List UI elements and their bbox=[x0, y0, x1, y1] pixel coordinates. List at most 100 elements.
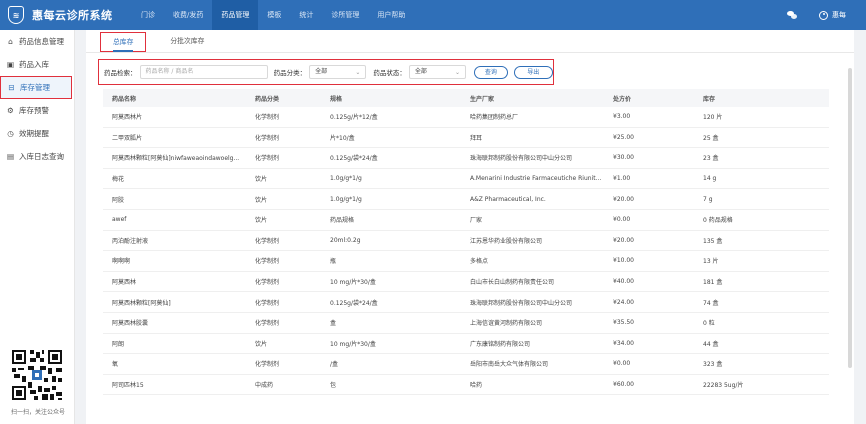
cell-category: 化学制剂 bbox=[255, 258, 280, 266]
cell-category: 中成药 bbox=[255, 382, 274, 390]
cell-drug-name: 氧 bbox=[112, 361, 119, 369]
table-row[interactable]: 阿莫西林 化学制剂 10 mg/片*30/盒 白山市长白山制药有限责任公司 ¥40.00… bbox=[103, 272, 829, 293]
header-manufacturer[interactable]: 生产厂家 bbox=[461, 94, 604, 103]
header-drug-name[interactable]: 药品名称 bbox=[103, 94, 246, 103]
cell-category: 饮片 bbox=[255, 217, 268, 225]
cell-spec: 0.125g/袋*24/盒 bbox=[330, 299, 378, 307]
user-icon[interactable] bbox=[819, 10, 828, 20]
category-select[interactable]: 全部 ⌄ bbox=[309, 65, 367, 79]
clock-icon: ◷ bbox=[7, 129, 14, 138]
table-row[interactable]: 阿莫西林颗粒[阿莫仙] 化学制剂 0.125g/袋*24/盒 珠海联邦制药股份有限公司… bbox=[103, 292, 829, 313]
table-row[interactable]: 梅花 饮片 1.0g/g*1/g A.Menarini Industrie Farma… bbox=[103, 169, 829, 190]
sidebar-item-stock-in-log[interactable]: ▤ 入库日志查询 bbox=[0, 145, 74, 168]
table-row[interactable]: 氧 化学制剂/盒 岳阳市南岳大众气体有限公司 ¥0.00 323 盒 bbox=[103, 354, 829, 375]
alert-icon: ⚙ bbox=[7, 106, 14, 115]
nav-outpatient[interactable]: 门诊 bbox=[132, 0, 164, 30]
cell-category: 化学制剂 bbox=[255, 299, 280, 307]
sidebar-item-drug-info[interactable]: ⌂ 药品信息管理 bbox=[0, 30, 74, 53]
header-price[interactable]: 处方价 bbox=[604, 94, 694, 103]
cell-price: ¥40.00 bbox=[613, 278, 634, 286]
header-spec[interactable]: 规格 bbox=[321, 94, 461, 103]
inventory-table: 药品名称 药品分类 规格 生产厂家 处方价 库存 阿莫西林片 化学制剂 0.125g… bbox=[103, 89, 829, 396]
table-row[interactable]: 丙泊酚注射液 化学制剂 20ml:0.2g 江苏恩华药业股份有限公司 ¥20.00 135… bbox=[103, 231, 829, 252]
nav-clinic-management[interactable]: 诊所管理 bbox=[322, 0, 368, 30]
warehouse-icon: ⊟ bbox=[8, 83, 15, 92]
app-logo[interactable]: ≋ 惠每云诊所系统 bbox=[0, 6, 130, 24]
nav-charge-dispense[interactable]: 收费/发药 bbox=[164, 0, 212, 30]
sidebar-item-stock-in[interactable]: ▣ 药品入库 bbox=[0, 53, 74, 76]
cell-manufacturer: 拜耳 bbox=[470, 134, 483, 142]
table-row[interactable]: 阿朗 饮片 10 mg/片*30/盒 广东康铭制药有限公司 ¥34.00 44 盒 bbox=[103, 334, 829, 355]
cell-drug-name: 阿朗 bbox=[112, 340, 125, 348]
status-value: 全部 bbox=[414, 68, 427, 75]
sidebar-item-stock-alert[interactable]: ⚙ 库存预警 bbox=[0, 99, 74, 122]
table-row[interactable]: 二甲双胍片 化学制剂 片*10/盒 拜耳 ¥25.00 25 盒 bbox=[103, 128, 829, 149]
cell-drug-name: 阿莫西林胶囊 bbox=[112, 320, 149, 328]
cell-category: 化学制剂 bbox=[255, 237, 280, 245]
header-category[interactable]: 药品分类 bbox=[246, 94, 321, 103]
table-row[interactable]: awef 饮片 药品规格 厂家 ¥0.00 0 药品规格 bbox=[103, 210, 829, 231]
nav-user-help[interactable]: 用户帮助 bbox=[368, 0, 414, 30]
cell-stock: 7 g bbox=[703, 195, 713, 203]
cell-category: 化学制剂 bbox=[255, 155, 280, 163]
table-row[interactable]: 阿胶 饮片 1.0g/g*1/g A&Z Pharmaceutical, Inc. ¥2… bbox=[103, 189, 829, 210]
nav-drug-management[interactable]: 药品管理 bbox=[212, 0, 259, 30]
cell-spec: 瓶 bbox=[330, 258, 337, 266]
cell-price: ¥0.00 bbox=[613, 216, 631, 224]
cell-price: ¥24.00 bbox=[613, 298, 634, 306]
cell-spec: 10 mg/片*30/盒 bbox=[330, 279, 376, 287]
cell-price: ¥60.00 bbox=[613, 381, 634, 389]
sidebar-item-expiry-reminder[interactable]: ◷ 效期提醒 bbox=[0, 122, 74, 145]
app-title: 惠每云诊所系统 bbox=[32, 9, 113, 22]
tab-label: 总库存 bbox=[113, 38, 134, 52]
sidebar-item-label: 药品入库 bbox=[19, 60, 49, 69]
cell-price: ¥25.00 bbox=[613, 133, 634, 141]
cell-spec: 盒 bbox=[330, 320, 337, 328]
inventory-tabs: 总库存 分批次库存 bbox=[100, 32, 228, 52]
status-label: 药品状态： bbox=[373, 69, 406, 77]
scrollbar[interactable] bbox=[848, 68, 852, 368]
cell-manufacturer: A.Menarini Industrie Farmaceutiche Riuni… bbox=[470, 175, 602, 183]
main-nav: 门诊 收费/发药 药品管理 模板 统计 诊所管理 用户帮助 bbox=[132, 0, 414, 30]
cell-price: ¥3.00 bbox=[613, 113, 631, 121]
main-content: 总库存 分批次库存 药品检索： 药品名称 / 商品名 药品分类： 全部 ⌄ 药品… bbox=[86, 30, 854, 424]
nav-templates[interactable]: 模板 bbox=[258, 0, 290, 30]
cell-price: ¥35.50 bbox=[613, 319, 634, 327]
cell-stock: 120 片 bbox=[703, 114, 723, 122]
chevron-down-icon: ⌄ bbox=[355, 69, 361, 76]
cell-manufacturer: 哈药 bbox=[470, 382, 483, 390]
cell-drug-name: 阿莫西林 bbox=[112, 279, 137, 287]
wechat-icon[interactable] bbox=[787, 11, 797, 19]
table-row[interactable]: 啊啊啊 化学制剂 瓶 多格点 ¥10.00 13 片 bbox=[103, 251, 829, 272]
header-stock[interactable]: 库存 bbox=[694, 94, 829, 103]
export-button[interactable]: 导出 bbox=[513, 65, 553, 79]
status-select[interactable]: 全部 ⌄ bbox=[408, 65, 467, 79]
cell-manufacturer: 珠海联邦制药股份有限公司中山分公司 bbox=[470, 155, 573, 163]
cell-spec: 0.125g/片*12/盒 bbox=[330, 114, 378, 122]
drug-search-input[interactable]: 药品名称 / 商品名 bbox=[139, 65, 268, 79]
sidebar-item-label: 药品信息管理 bbox=[19, 37, 64, 46]
cell-price: ¥10.00 bbox=[613, 257, 634, 265]
cell-drug-name: 丙泊酚注射液 bbox=[112, 237, 149, 245]
capsule-icon: ⌂ bbox=[8, 37, 13, 46]
tab-batch-inventory[interactable]: 分批次库存 bbox=[158, 32, 216, 52]
table-row[interactable]: 阿莫西林片 化学制剂 0.125g/片*12/盒 哈药集团制药总厂 ¥3.00 120 片 bbox=[103, 107, 829, 128]
table-row[interactable]: 阿莫西林颗粒[阿莫仙]niwfaweaoindawoelg... 化学制剂 0.12… bbox=[103, 148, 829, 169]
cell-manufacturer: 哈药集团制药总厂 bbox=[470, 114, 519, 122]
table-row[interactable]: 阿莫西林胶囊 化学制剂 盒 上海信谊黄河制药有限公司 ¥35.50 0 粒 bbox=[103, 313, 829, 334]
cell-stock: 0 粒 bbox=[703, 320, 715, 328]
tab-total-inventory[interactable]: 总库存 bbox=[100, 32, 147, 52]
cell-category: 化学制剂 bbox=[255, 114, 280, 122]
nav-statistics[interactable]: 统计 bbox=[290, 0, 322, 30]
table-row[interactable]: 阿司匹林15 中成药 包 哈药 ¥60.00 22283 5ug/片 bbox=[103, 375, 829, 396]
cell-stock: 323 盒 bbox=[703, 361, 723, 369]
chevron-down-icon: ⌄ bbox=[455, 69, 461, 76]
query-button[interactable]: 查询 bbox=[474, 65, 508, 79]
cell-manufacturer: A&Z Pharmaceutical, Inc. bbox=[470, 195, 546, 203]
cell-drug-name: 阿胶 bbox=[112, 196, 125, 204]
cell-stock: 74 盒 bbox=[703, 299, 719, 307]
cell-manufacturer: 白山市长白山制药有限责任公司 bbox=[470, 279, 555, 287]
cell-price: ¥0.00 bbox=[613, 360, 631, 368]
sidebar-item-inventory[interactable]: ⊟ 库存管理 bbox=[0, 76, 72, 99]
user-name[interactable]: 惠每 bbox=[832, 10, 846, 20]
